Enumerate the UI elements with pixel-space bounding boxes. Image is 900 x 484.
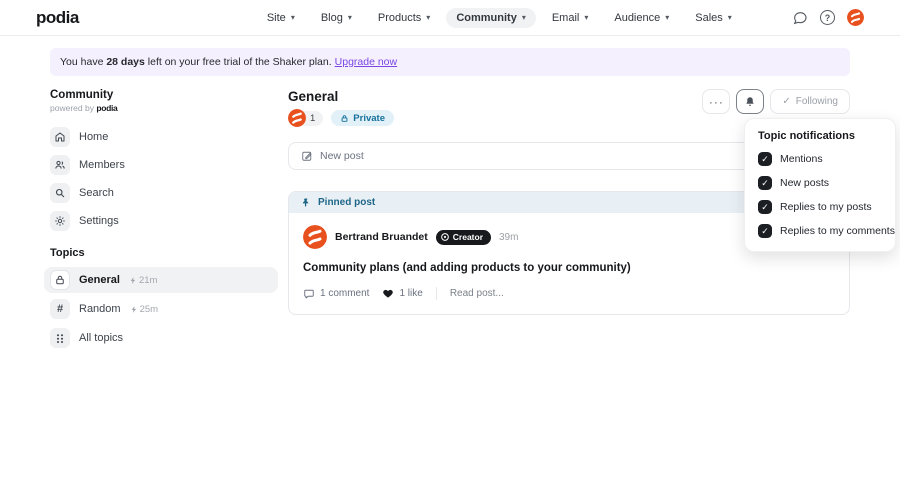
page-title: General <box>288 89 339 104</box>
likes-count[interactable]: 1 like <box>382 288 423 299</box>
nav-item-sales[interactable]: Sales ▾ <box>685 8 742 28</box>
community-sidebar: Community powered by podia Home Members … <box>44 89 278 354</box>
menu-title: Topic notifications <box>758 130 855 142</box>
nav-item-audience[interactable]: Audience ▾ <box>604 8 679 28</box>
option-new-posts[interactable]: ✓ New posts <box>758 176 882 190</box>
chat-icon[interactable] <box>791 9 808 26</box>
powered-by: powered by podia <box>50 103 118 113</box>
creator-badge: Creator <box>435 229 491 245</box>
checkbox-checked-icon[interactable]: ✓ <box>758 224 772 238</box>
nav-right-icons: ? <box>791 9 864 26</box>
sidebar-item-label: Settings <box>79 215 119 227</box>
main-panel: General 1 Private ··· ✓ Following Topic … <box>288 89 896 354</box>
sidebar-item-label: Members <box>79 159 125 171</box>
comments-count[interactable]: 1 comment <box>303 288 369 300</box>
lock-icon <box>50 270 70 290</box>
nav-item-community[interactable]: Community ▾ <box>446 7 536 28</box>
topic-actions: ··· ✓ Following Topic notifications ✓ Me… <box>702 89 896 252</box>
heart-icon <box>383 289 394 298</box>
upgrade-now-link[interactable]: Upgrade now <box>335 56 397 68</box>
nav-links: Site ▾ Blog ▾ Products ▾ Community ▾ Email ▾ … <box>257 7 742 28</box>
chevron-down-icon: ▾ <box>290 12 295 22</box>
divider <box>435 287 437 300</box>
settings-icon <box>50 211 70 231</box>
read-post-link[interactable]: Read post... <box>450 288 504 299</box>
member-avatar[interactable] <box>288 109 306 127</box>
trial-banner: You have 28 days left on your free trial… <box>50 48 850 76</box>
pin-icon <box>303 198 309 207</box>
hash-icon: # <box>50 299 70 319</box>
lock-icon <box>341 114 348 122</box>
chevron-down-icon: ▾ <box>521 12 526 22</box>
compose-icon <box>302 151 312 161</box>
chevron-down-icon: ▾ <box>426 12 431 22</box>
help-icon[interactable]: ? <box>820 10 835 25</box>
nav-item-email[interactable]: Email ▾ <box>542 8 599 28</box>
post-timestamp: 39m <box>499 231 519 243</box>
checkbox-checked-icon[interactable]: ✓ <box>758 176 772 190</box>
chevron-down-icon: ▾ <box>584 12 589 22</box>
private-badge: Private <box>331 110 394 126</box>
topic-notifications-menu: Topic notifications ✓ Mentions ✓ New pos… <box>744 118 896 252</box>
bolt-icon <box>130 276 136 284</box>
topic-item-random[interactable]: # Random 25m <box>44 296 278 322</box>
sidebar-title: Community <box>50 89 114 101</box>
topic-more-button[interactable]: ··· <box>702 89 731 114</box>
members-icon <box>50 155 70 175</box>
topic-label: Random <box>79 303 121 315</box>
sidebar-item-members[interactable]: Members <box>50 153 272 177</box>
comment-icon <box>304 289 314 298</box>
account-avatar[interactable] <box>847 9 864 26</box>
home-icon <box>50 127 70 147</box>
bell-icon <box>746 96 755 106</box>
search-icon <box>50 183 70 203</box>
topic-activity: 25m <box>130 304 158 315</box>
topic-meta-row: 1 Private <box>288 109 394 127</box>
trial-text: You have <box>60 56 107 68</box>
nav-item-blog[interactable]: Blog ▾ <box>311 8 362 28</box>
topic-label: General <box>79 274 120 286</box>
grid-icon <box>50 328 70 348</box>
post-title[interactable]: Community plans (and adding products to … <box>303 262 835 274</box>
author-name[interactable]: Bertrand Bruandet <box>335 231 428 243</box>
chevron-down-icon: ▾ <box>665 12 670 22</box>
option-mentions[interactable]: ✓ Mentions <box>758 152 882 166</box>
top-nav: podia Site ▾ Blog ▾ Products ▾ Community ▾ E… <box>0 0 900 36</box>
trial-days: 28 days <box>106 56 145 68</box>
option-replies-comments[interactable]: ✓ Replies to my comments <box>758 224 895 238</box>
topics-heading: Topics <box>50 247 85 259</box>
author-avatar[interactable] <box>303 225 327 249</box>
creator-icon <box>440 233 449 241</box>
option-replies-posts[interactable]: ✓ Replies to my posts <box>758 200 882 214</box>
topic-activity: 21m <box>129 275 157 286</box>
sidebar-item-label: Search <box>79 187 114 199</box>
sidebar-item-home[interactable]: Home <box>50 125 272 149</box>
nav-item-products[interactable]: Products ▾ <box>368 8 440 28</box>
sidebar-item-label: Home <box>79 131 109 143</box>
checkbox-checked-icon[interactable]: ✓ <box>758 200 772 214</box>
sidebar-item-search[interactable]: Search <box>50 181 272 205</box>
podia-wordmark: podia <box>96 103 118 113</box>
check-icon: ✓ <box>782 96 791 107</box>
sidebar-item-settings[interactable]: Settings <box>50 209 272 233</box>
chevron-down-icon: ▾ <box>727 12 732 22</box>
podia-logo: podia <box>36 7 79 27</box>
topic-item-general[interactable]: General 21m <box>44 267 278 293</box>
bolt-icon <box>131 305 136 313</box>
chevron-down-icon: ▾ <box>347 12 352 22</box>
topic-item-all-topics[interactable]: All topics <box>44 325 278 351</box>
checkbox-checked-icon[interactable]: ✓ <box>758 152 772 166</box>
following-button[interactable]: ✓ Following <box>770 89 850 114</box>
topic-label: All topics <box>79 332 124 344</box>
notifications-bell-button[interactable] <box>736 89 765 114</box>
nav-item-site[interactable]: Site ▾ <box>257 8 305 28</box>
